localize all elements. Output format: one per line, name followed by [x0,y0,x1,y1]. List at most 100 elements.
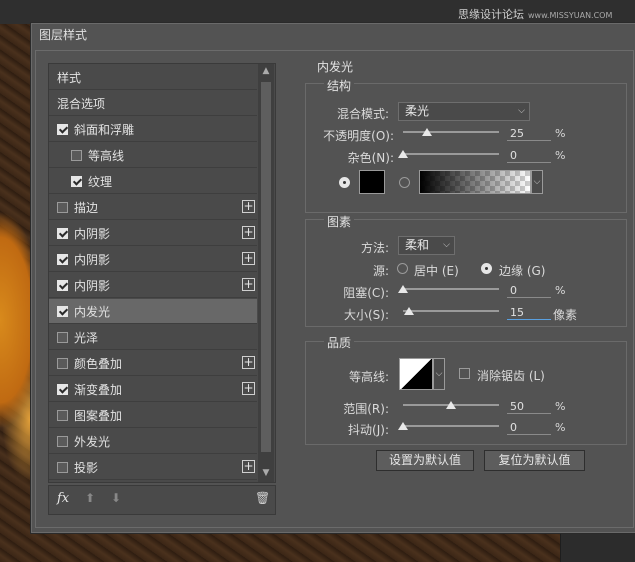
opacity-slider[interactable] [403,131,499,133]
style-checkbox[interactable] [57,435,68,447]
noise-unit: % [555,149,566,162]
panel-title: 内发光 [317,60,354,74]
style-list-item[interactable]: 颜色叠加 + [49,351,257,376]
style-checkbox[interactable] [57,331,68,343]
style-list-item[interactable]: 投影 + [49,455,257,480]
chevron-down-icon: ⌵ [533,177,541,187]
jitter-label: 抖动(J): [348,423,389,437]
style-checkbox[interactable] [71,149,82,161]
range-knob[interactable] [446,401,456,409]
style-checkbox[interactable] [57,201,68,213]
layer-style-dialog: 图层样式 样式 混合选项 斜面和浮雕 等高线 纹理 描边 + 内阴影 + 内阴影 + 内阴影 + 内发光光… [30,22,635,534]
set-default-button[interactable]: 设置为默认值 [376,450,474,471]
style-checkbox[interactable] [57,279,68,291]
opacity-input[interactable]: 25 [507,126,551,141]
style-list-label: 内阴影 [74,278,111,293]
style-checkbox[interactable] [57,409,68,421]
style-list-item[interactable]: 渐变叠加 + [49,377,257,402]
size-input[interactable]: 15 [507,305,551,320]
noise-input[interactable]: 0 [507,148,551,163]
style-list-item[interactable]: 混合选项 [49,91,257,116]
glow-color-swatch[interactable] [359,170,385,194]
choke-unit: % [555,284,566,297]
source-center-label[interactable]: 居中 (E) [414,262,459,279]
style-list-item[interactable]: 内阴影 + [49,221,257,246]
method-select[interactable]: 柔和 ⌵ [398,236,455,255]
style-checkbox[interactable] [57,253,68,265]
style-list-scrollbar[interactable]: ▲ ▼ [258,64,274,482]
jitter-slider[interactable] [403,425,499,427]
move-down-icon[interactable]: ⬇ [111,491,121,505]
source-center-radio[interactable] [397,263,408,274]
add-effect-icon[interactable]: + [242,200,255,213]
move-up-icon[interactable]: ⬆ [85,491,95,505]
range-input[interactable]: 50 [507,399,551,414]
method-label: 方法: [360,241,389,255]
style-list-label: 内发光 [74,304,111,319]
style-list-label: 光泽 [74,330,99,345]
style-list-item[interactable]: 外发光 [49,429,257,454]
scroll-thumb[interactable] [261,82,271,452]
scroll-down-icon[interactable]: ▼ [261,468,271,478]
style-list-item[interactable]: 光泽 [49,325,257,350]
noise-knob[interactable] [398,150,408,158]
jitter-knob[interactable] [398,422,408,430]
choke-knob[interactable] [398,285,408,293]
style-list-item[interactable]: 图案叠加 [49,403,257,428]
style-list-item[interactable]: 内阴影 + [49,273,257,298]
gradient-mode-radio[interactable] [399,177,410,188]
chevron-down-icon: ⌵ [518,106,525,116]
add-effect-icon[interactable]: + [242,356,255,369]
style-checkbox[interactable] [57,227,68,239]
style-list-item[interactable]: 纹理 [49,169,257,194]
chevron-down-icon: ⌵ [435,369,443,379]
add-effect-icon[interactable]: + [242,460,255,473]
size-knob[interactable] [403,307,414,315]
trash-icon[interactable]: 🗑 [255,491,270,505]
jitter-unit: % [555,421,566,434]
contour-preview[interactable] [399,358,433,390]
style-checkbox[interactable] [71,175,82,187]
chevron-down-icon: ⌵ [443,240,450,250]
style-list-item[interactable]: 描边 + [49,195,257,220]
style-list-label: 描边 [74,200,99,215]
gradient-dropdown-button[interactable]: ⌵ [531,170,543,194]
fx-icon[interactable]: fx [57,491,69,506]
choke-input[interactable]: 0 [507,283,551,298]
dialog-title: 图层样式 [39,28,88,42]
choke-label: 阻塞(C): [343,286,389,300]
opacity-label: 不透明度(O): [323,129,394,143]
jitter-input[interactable]: 0 [507,420,551,435]
source-edge-label[interactable]: 边缘 (G) [499,262,545,279]
style-list-item[interactable]: 斜面和浮雕 [49,117,257,142]
antialias-checkbox[interactable] [459,368,470,379]
noise-slider[interactable] [403,153,499,155]
choke-slider[interactable] [403,288,499,290]
antialias-label[interactable]: 消除锯齿 (L) [477,367,545,384]
opacity-knob[interactable] [422,128,432,136]
scroll-up-icon[interactable]: ▲ [261,66,271,76]
add-effect-icon[interactable]: + [242,252,255,265]
watermark-main: 思缘设计论坛 [458,8,524,21]
style-checkbox[interactable] [57,357,68,369]
size-slider[interactable] [403,310,499,312]
style-checkbox[interactable] [57,305,68,317]
contour-dropdown-button[interactable]: ⌵ [433,358,445,390]
gradient-swatch[interactable] [419,170,531,194]
add-effect-icon[interactable]: + [242,382,255,395]
style-checkbox[interactable] [57,123,68,135]
style-list-item[interactable]: 样式 [49,65,257,90]
add-effect-icon[interactable]: + [242,278,255,291]
style-list-footer: fx ⬆ ⬇ 🗑 [48,485,276,515]
style-checkbox[interactable] [57,461,68,473]
style-list-item[interactable]: 内阴影 + [49,247,257,272]
source-edge-radio[interactable] [481,263,492,274]
style-list-item[interactable]: 内发光 [49,299,257,324]
add-effect-icon[interactable]: + [242,226,255,239]
blend-mode-select[interactable]: 柔光 ⌵ [398,102,530,121]
color-mode-radio[interactable] [339,177,350,188]
style-list-item[interactable]: 等高线 [49,143,257,168]
reset-default-button[interactable]: 复位为默认值 [484,450,585,471]
style-list-label: 投影 [74,460,99,475]
style-checkbox[interactable] [57,383,68,395]
